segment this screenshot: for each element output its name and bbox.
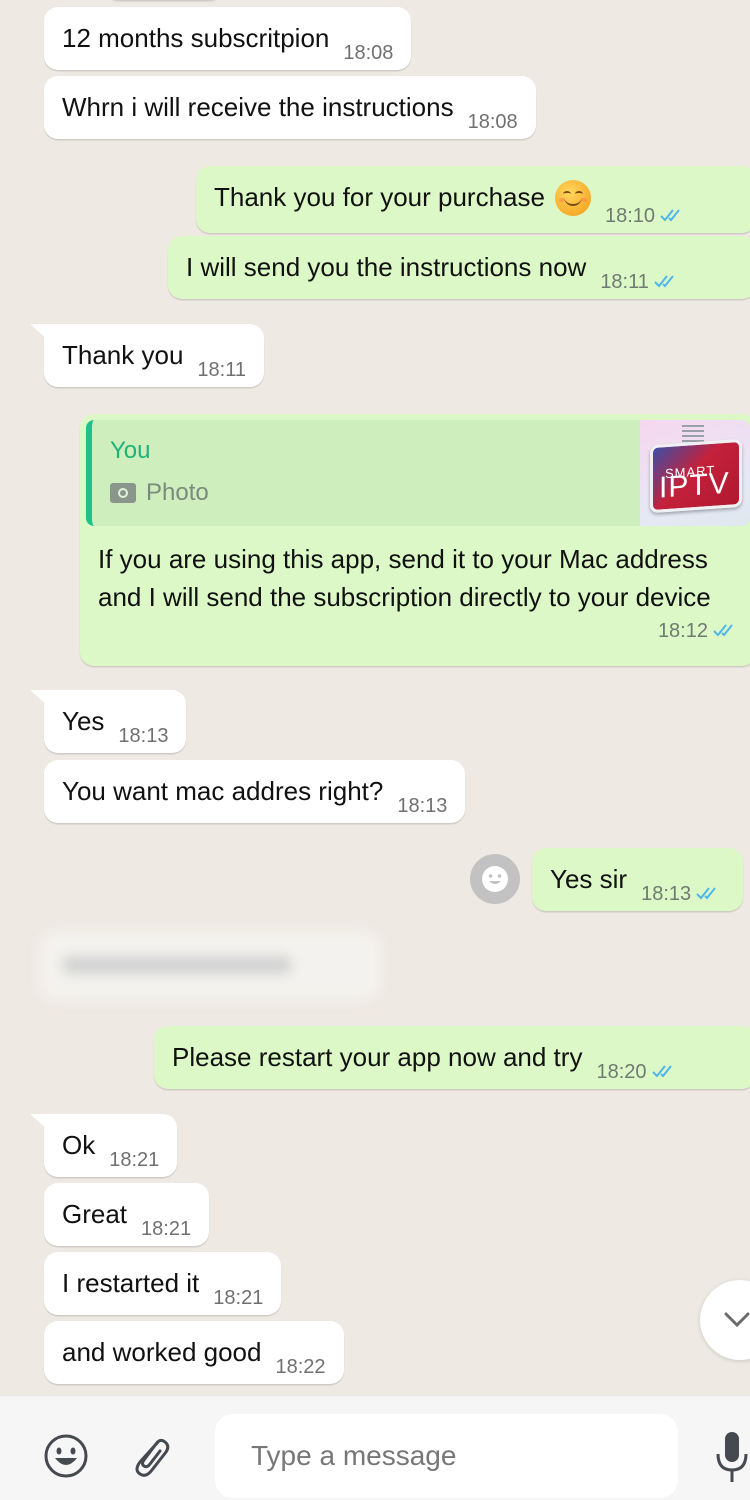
message-time: 18:13 <box>118 725 169 747</box>
scroll-to-bottom-button[interactable] <box>700 1280 750 1360</box>
message-composer <box>0 1395 750 1500</box>
message-text: Whrn i will receive the instructions <box>62 92 454 122</box>
quoted-author: You <box>110 437 151 464</box>
message-text: Please restart your app now and try <box>172 1042 583 1072</box>
message-text: Yes sir <box>550 864 628 894</box>
read-receipt-icon <box>713 624 733 637</box>
message-text: Thank you for your purchase <box>214 182 545 212</box>
message-bubble-incoming[interactable]: Whrn i will receive the instructions 18:0… <box>44 76 536 139</box>
redacted-message <box>40 932 380 1000</box>
message-text: If you are using this app, send it to yo… <box>98 544 711 612</box>
message-bubble-outgoing[interactable]: Please restart your app now and try 18:20 <box>154 1026 750 1089</box>
paperclip-icon <box>135 1438 170 1477</box>
message-time: 18:20 <box>596 1061 647 1083</box>
message-text: and worked good <box>62 1337 262 1367</box>
message-bubble-incoming[interactable]: and worked good 18:22 <box>44 1321 344 1384</box>
message-time: 18:13 <box>641 883 692 905</box>
read-receipt-icon <box>696 887 716 900</box>
message-bubble-incoming[interactable]: You want mac addres right? 18:13 <box>44 760 466 823</box>
smart-iptv-logo: SMART IPTV <box>650 438 742 514</box>
message-bubble-incoming[interactable]: 12 months subscritpion 18:08 <box>44 7 412 70</box>
message-text: Great <box>62 1199 128 1229</box>
microphone-icon <box>716 1432 748 1482</box>
message-time: 18:21 <box>213 1287 264 1309</box>
reaction-button[interactable] <box>470 854 520 904</box>
message-text: I will send you the instructions now <box>186 252 587 282</box>
message-input[interactable] <box>215 1414 678 1498</box>
message-bubble-incoming[interactable]: Great 18:21 <box>44 1183 210 1246</box>
message-bubble-outgoing[interactable]: Thank you for your purchase 18:10 <box>196 166 750 233</box>
read-receipt-icon <box>654 275 674 288</box>
message-bubble-incoming[interactable]: I restarted it 18:21 <box>44 1252 282 1315</box>
quoted-photo-thumbnail[interactable]: SMART IPTV <box>640 420 750 526</box>
message-time: 18:21 <box>109 1149 160 1171</box>
message-text: I restarted it <box>62 1268 200 1298</box>
message-time: 18:21 <box>141 1218 192 1240</box>
message-bubble-incoming[interactable]: Yes 18:13 <box>29 690 187 753</box>
message-text: Ok <box>62 1130 96 1160</box>
message-time: 18:08 <box>467 111 518 133</box>
read-receipt-icon <box>651 1065 672 1078</box>
camera-icon <box>110 483 136 503</box>
smiling-face-icon <box>554 180 591 216</box>
message-text: Yes <box>62 706 105 736</box>
message-text: 12 months subscritpion <box>62 23 330 53</box>
message-bubble-incoming[interactable]: Thank you 18:11 <box>30 324 264 387</box>
message-bubble-outgoing[interactable]: I will send you the instructions now 18:1… <box>168 236 750 299</box>
message-bubble-outgoing[interactable]: Yes sir 18:13 <box>532 848 744 911</box>
message-time: 18:08 <box>343 42 394 64</box>
emoji-icon <box>44 1434 88 1478</box>
message-time: 18:11 <box>600 271 649 293</box>
message-time: 18:11 <box>197 359 246 381</box>
message-time: 18:12 <box>657 620 708 642</box>
message-text: You want mac addres right? <box>62 776 384 806</box>
message-time: 18:10 <box>604 205 656 227</box>
tv-antenna-icon <box>682 424 704 442</box>
voice-message-button[interactable] <box>712 1426 750 1490</box>
message-time: 18:13 <box>397 795 448 817</box>
message-bubble-outgoing-reply[interactable]: You Photo SMART IPTV If you are using th… <box>80 414 750 666</box>
chat-area: 12 months subscritpion 18:08 Whrn i will … <box>0 0 750 1395</box>
emoji-reaction-icon <box>482 866 508 892</box>
message-text: Thank you <box>62 340 184 370</box>
message-time: 18:22 <box>275 1356 326 1378</box>
chevron-down-icon <box>724 1312 750 1328</box>
emoji-button[interactable] <box>40 1430 92 1482</box>
attach-button[interactable] <box>124 1430 176 1482</box>
read-receipt-icon <box>660 209 680 222</box>
message-bubble-incoming[interactable]: Ok 18:21 <box>29 1114 178 1177</box>
quoted-message[interactable]: You Photo SMART IPTV <box>86 420 750 526</box>
quoted-type-label: Photo <box>146 479 209 506</box>
